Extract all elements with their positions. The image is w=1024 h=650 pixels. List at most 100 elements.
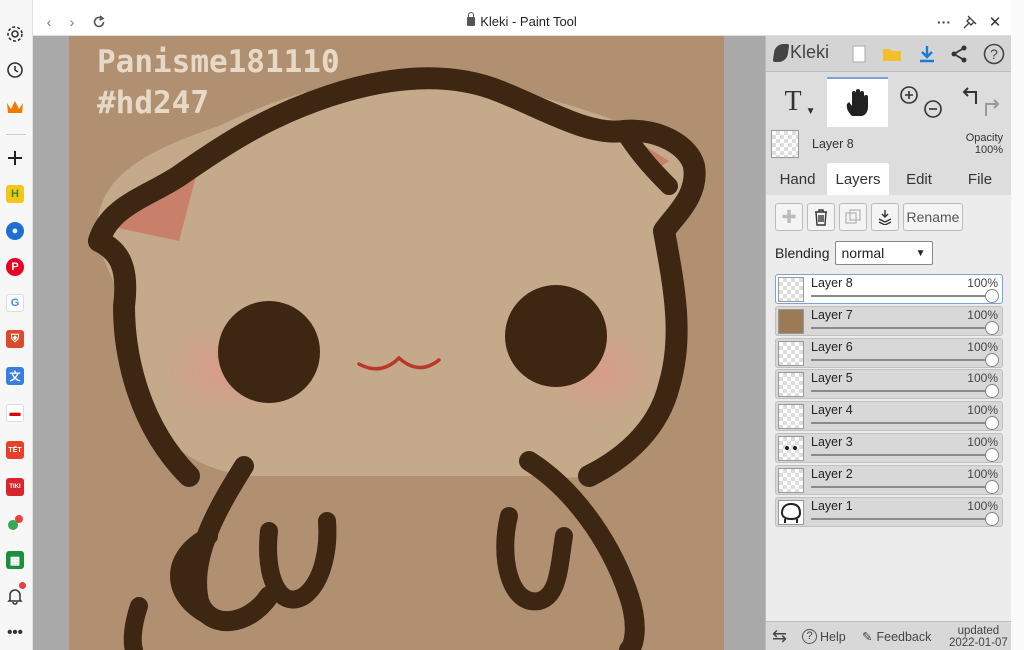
delete-layer-button[interactable] [807, 203, 835, 231]
updated-label: updated [957, 624, 1000, 637]
download-icon[interactable] [915, 42, 939, 66]
layer-item-5[interactable]: Layer 5 100% [775, 369, 1003, 400]
opacity-slider-knob[interactable] [985, 511, 999, 526]
ellipsis-icon[interactable]: ••• [4, 621, 26, 643]
tet-shop-icon[interactable]: TẾT [4, 439, 26, 461]
gear-icon[interactable] [4, 23, 26, 45]
notification-badge [19, 582, 26, 589]
tool-bar: T ▼ [766, 77, 1012, 127]
window-title: Kleki - Paint Tool [33, 12, 1011, 29]
blending-label: Blending [775, 245, 830, 261]
feedback-label: Feedback [876, 629, 932, 644]
background-window-edge [1011, 0, 1024, 650]
share-icon[interactable] [947, 42, 971, 66]
pinterest-icon[interactable]: P [4, 256, 26, 278]
opacity-slider-track[interactable] [811, 390, 994, 393]
app-icon[interactable]: ● [4, 220, 26, 242]
opacity-slider-track[interactable] [811, 422, 994, 425]
updated-date: 2022-01-07 [949, 636, 1008, 649]
chevron-down-icon: ▼ [915, 247, 926, 259]
opacity-slider-track[interactable] [811, 485, 994, 488]
tab-layers[interactable]: Layers [827, 163, 889, 195]
opacity-value: 100% [974, 144, 1003, 156]
kleki-logo[interactable]: Kleki [772, 42, 829, 63]
blending-select[interactable]: normal ▼ [834, 241, 933, 265]
layer-item-1[interactable]: Layer 1 100% [775, 496, 1003, 527]
crown-icon[interactable] [4, 96, 26, 118]
add-layer-button[interactable]: ✚ [775, 203, 803, 231]
tab-hand[interactable]: Hand [772, 163, 823, 195]
panel-footer: ⇆ ? Help ✎ Feedback updated 2022-01-07 [766, 621, 1012, 650]
opacity-slider-knob[interactable] [985, 447, 999, 462]
layer-opacity: 100% [967, 403, 998, 418]
drawing-canvas[interactable]: Panisme181110 #hd247 [69, 36, 724, 650]
layer-opacity: 100% [967, 466, 998, 481]
opacity-label: Opacity [965, 132, 1003, 144]
duplicate-icon [845, 209, 861, 224]
tiki-icon[interactable]: TIKI [4, 476, 26, 498]
zoom-in-icon [900, 86, 918, 104]
ellipsis-icon[interactable]: ··· [934, 12, 954, 32]
hand-tool-button[interactable] [827, 77, 888, 127]
opacity-slider-knob[interactable] [985, 320, 999, 335]
new-image-icon[interactable] [847, 42, 871, 66]
blending-row: Blending normal ▼ [775, 241, 933, 265]
merge-down-button[interactable] [871, 203, 899, 231]
tab-edit[interactable]: Edit [892, 163, 946, 195]
updated-info[interactable]: updated 2022-01-07 [949, 622, 1008, 650]
opacity-slider-knob[interactable] [985, 384, 999, 399]
panel-header: Kleki ? [766, 36, 1012, 72]
watermark-line-2: #hd247 [97, 85, 209, 121]
opacity-slider-knob[interactable] [985, 416, 999, 431]
layer-opacity: 100% [967, 498, 998, 513]
current-layer-opacity: Opacity 100% [966, 132, 1003, 156]
opacity-slider-track[interactable] [811, 453, 994, 456]
sheets-icon[interactable]: ▦ [4, 549, 26, 571]
duplicate-layer-button[interactable] [839, 203, 867, 231]
opacity-slider-track[interactable] [811, 517, 994, 520]
layer-name: Layer 7 [811, 307, 853, 322]
shield-icon[interactable]: ⛨ [4, 328, 26, 350]
feedback-button[interactable]: ✎ Feedback [862, 622, 931, 650]
layer-thumbnail [778, 435, 804, 461]
current-layer-name: Layer 8 [812, 137, 854, 151]
layer-thumbnail [778, 308, 804, 334]
canvas-viewport[interactable]: Panisme181110 #hd247 [33, 36, 765, 650]
plus-icon[interactable] [4, 147, 26, 169]
kleki-logo-icon [772, 43, 790, 62]
habitica-icon[interactable]: H [4, 183, 26, 205]
pin-icon[interactable] [960, 12, 980, 32]
layer-thumbnail [778, 340, 804, 366]
news-icon[interactable]: ▬ [4, 402, 26, 424]
tab-file[interactable]: File [952, 163, 1008, 195]
translate-icon[interactable]: 文 [4, 365, 26, 387]
layer-item-7[interactable]: Layer 7 100% [775, 305, 1003, 336]
close-icon[interactable]: ✕ [985, 12, 1005, 32]
layer-item-3[interactable]: Layer 3 100% [775, 432, 1003, 463]
opacity-slider-knob[interactable] [985, 289, 999, 303]
help-button[interactable]: ? Help [802, 622, 846, 650]
history-icon[interactable] [4, 59, 26, 81]
swap-sides-icon[interactable]: ⇆ [772, 622, 787, 650]
opacity-slider-knob[interactable] [985, 352, 999, 367]
layer-item-8[interactable]: Layer 8 100% [775, 274, 1003, 304]
rename-layer-button[interactable]: Rename [903, 203, 963, 231]
layer-opacity: 100% [967, 371, 998, 386]
layer-name: Layer 1 [811, 498, 853, 513]
layer-item-4[interactable]: Layer 4 100% [775, 401, 1003, 432]
map-icon[interactable] [4, 512, 26, 534]
chevron-down-icon[interactable]: ▼ [806, 106, 816, 117]
opacity-slider-track[interactable] [811, 358, 994, 361]
layer-item-2[interactable]: Layer 2 100% [775, 464, 1003, 495]
opacity-slider-track[interactable] [811, 295, 994, 297]
text-tool-button[interactable]: T ▼ [774, 77, 826, 127]
opacity-slider-knob[interactable] [985, 479, 999, 494]
watermark-line-1: Panisme181110 [97, 44, 340, 80]
app-window: H ● P G ⛨ 文 ▬ TẾT TIKI ▦ ••• ‹ › Kleki -… [0, 0, 1024, 650]
google-icon[interactable]: G [4, 292, 26, 314]
layer-item-6[interactable]: Layer 6 100% [775, 337, 1003, 368]
open-folder-icon[interactable] [880, 42, 904, 66]
help-icon[interactable]: ? [982, 42, 1006, 66]
layers-tab-content: ✚ Rename Blending normal ▼ Layer 8 100% … [766, 195, 1012, 621]
opacity-slider-track[interactable] [811, 326, 994, 329]
